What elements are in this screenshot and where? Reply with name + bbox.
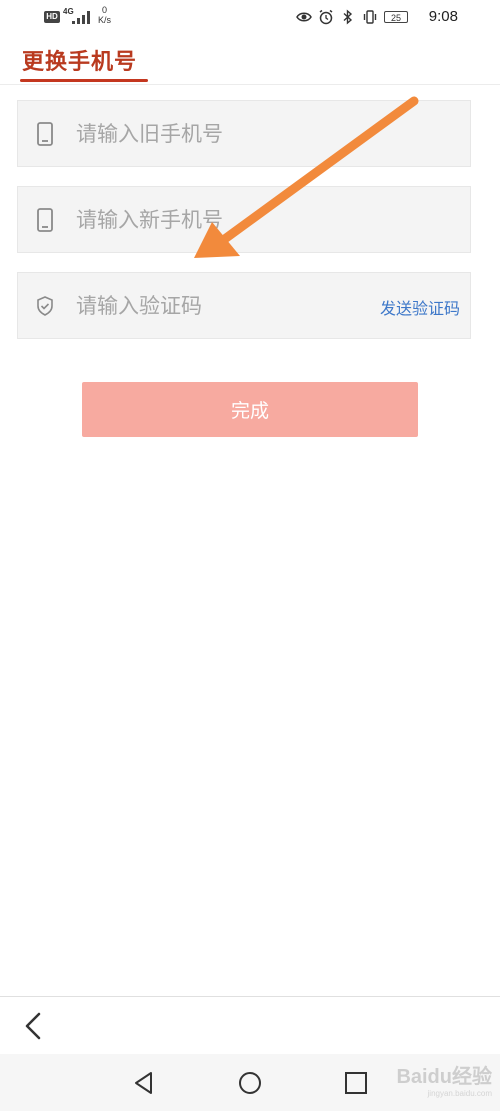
eye-icon <box>296 12 312 22</box>
bluetooth-icon <box>343 9 353 25</box>
clock: 9:08 <box>428 8 458 25</box>
status-icons: 25 <box>296 8 408 26</box>
nav-recents-icon[interactable] <box>343 1070 369 1096</box>
shield-check-icon <box>37 296 53 316</box>
verification-code-field[interactable]: 发送验证码 <box>17 272 471 339</box>
watermark-sub: jingyan.baidu.com <box>427 1089 492 1098</box>
phone-icon <box>37 122 53 146</box>
battery-icon: 25 <box>384 11 408 23</box>
title-underline <box>20 79 148 82</box>
done-button[interactable]: 完成 <box>82 382 418 437</box>
page-title: 更换手机号 <box>22 49 138 75</box>
back-chevron-icon[interactable] <box>22 1011 44 1041</box>
header: 更换手机号 <box>0 34 500 85</box>
alarm-icon <box>319 9 333 25</box>
new-phone-field[interactable] <box>17 186 471 253</box>
new-phone-input[interactable] <box>76 201 376 239</box>
nav-back-icon[interactable] <box>131 1070 157 1096</box>
net-speed-value: 0 <box>102 5 108 15</box>
send-code-button[interactable]: 发送验证码 <box>380 295 460 319</box>
old-phone-field[interactable] <box>17 100 471 167</box>
status-bar: HD 4G 0 K/s 25 9:08 <box>0 0 500 34</box>
app-bottom-bar <box>0 996 500 1055</box>
net-speed-unit: K/s <box>98 15 112 25</box>
phone-icon <box>37 208 53 232</box>
nav-home-icon[interactable] <box>237 1070 263 1096</box>
hd-badge: HD <box>44 11 60 23</box>
net-speed: 0 K/s <box>98 5 111 25</box>
watermark-text: Baidu经验 <box>396 1066 492 1088</box>
signal-icon <box>72 11 90 24</box>
old-phone-input[interactable] <box>76 115 376 153</box>
system-nav-bar: Baidu经验 jingyan.baidu.com <box>0 1054 500 1111</box>
baidu-watermark: Baidu经验 jingyan.baidu.com <box>396 1060 492 1098</box>
verification-code-input[interactable] <box>76 287 356 325</box>
vibrate-icon <box>363 10 377 24</box>
